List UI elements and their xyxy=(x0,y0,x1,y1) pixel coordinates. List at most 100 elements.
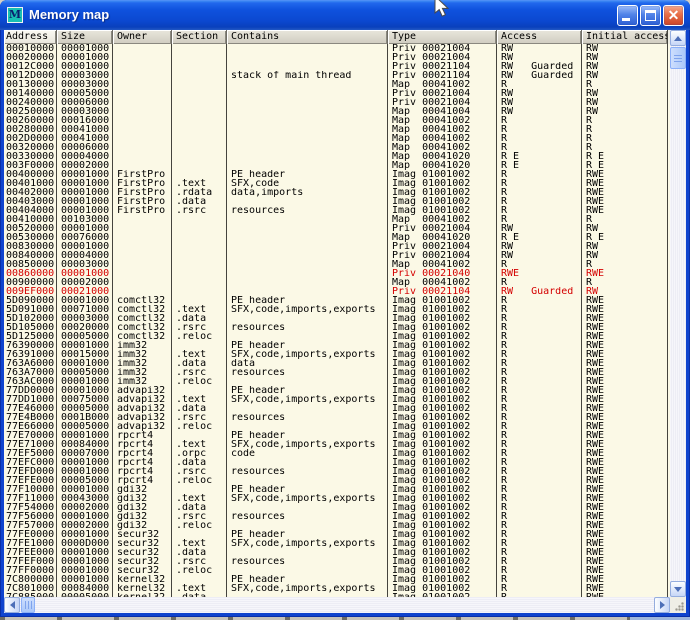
column-header-type[interactable]: Type xyxy=(388,30,497,44)
table-row[interactable]: 0052000000001000Priv 00021004RWRW xyxy=(4,224,670,233)
table-row[interactable]: 0033000000004000Map 00041020R ER E xyxy=(4,152,670,161)
table-row[interactable]: 763A600000001000imm32.datadataImag 01001… xyxy=(4,359,670,368)
table-row[interactable]: 77EFD00000001000rpcrt4.rsrcresourcesImag… xyxy=(4,467,670,476)
table-row[interactable]: 77FE10000000D000secur32.textSFX,code,imp… xyxy=(4,539,670,548)
table-row[interactable]: 0040200000001000FirstPro.rdatadata,impor… xyxy=(4,188,670,197)
table-row[interactable]: 77E7000000001000rpcrt4PE headerImag 0100… xyxy=(4,431,670,440)
cell-owner xyxy=(113,98,172,107)
column-header-section[interactable]: Section xyxy=(172,30,227,44)
table-row[interactable]: 77DD000000001000advapi32PE headerImag 01… xyxy=(4,386,670,395)
table-row[interactable]: 0001000000001000Priv 00021004RWRW xyxy=(4,44,670,53)
table-row[interactable]: 77EFC00000001000rpcrt4.dataImag 01001002… xyxy=(4,458,670,467)
table-row[interactable]: 003F000000002000Map 00041020R ER E xyxy=(4,161,670,170)
table-row[interactable]: 5D10500000020000comctl32.rsrcresourcesIm… xyxy=(4,323,670,332)
column-header-access[interactable]: Access xyxy=(497,30,582,44)
cell-section xyxy=(172,71,227,80)
column-header-initial[interactable]: Initial access xyxy=(582,30,668,44)
table-row[interactable]: 5D12500000005000comctl32.relocImag 01001… xyxy=(4,332,670,341)
horizontal-scrollbar[interactable] xyxy=(4,597,670,613)
table-row[interactable]: 0040000000001000FirstProPE headerImag 01… xyxy=(4,170,670,179)
cell-address: 002D0000 xyxy=(4,134,57,143)
cell-section xyxy=(172,62,227,71)
table-row[interactable]: 7639000000001000imm32PE headerImag 01001… xyxy=(4,341,670,350)
table-row[interactable]: 0085000000003000Map 00041002RR xyxy=(4,260,670,269)
table-row[interactable]: 0025000000003000Map 00041004RWRW xyxy=(4,107,670,116)
table-row[interactable]: 0090000000002000Map 00041002RR xyxy=(4,278,670,287)
cell-initial: RWE xyxy=(582,170,668,179)
table-row[interactable]: 0028000000041000Map 00041002RR xyxy=(4,125,670,134)
cell-access: R xyxy=(497,314,582,323)
minimize-button[interactable] xyxy=(617,5,638,26)
table-row[interactable]: 0002000000001000Priv 00021004RWRW xyxy=(4,53,670,62)
table-row[interactable]: 009EF00000021000Priv 00021104RW GuardedR… xyxy=(4,287,670,296)
table-row[interactable]: 0026000000016000Map 00041002RR xyxy=(4,116,670,125)
vertical-scroll-thumb[interactable] xyxy=(670,47,686,69)
scroll-up-button[interactable] xyxy=(670,30,686,46)
table-row[interactable]: 77E4600000005000advapi32.dataImag 010010… xyxy=(4,404,670,413)
titlebar[interactable]: M Memory map ✕ xyxy=(0,0,690,30)
cell-size: 00021000 xyxy=(57,287,113,296)
cell-contains: resources xyxy=(227,206,388,215)
cell-address: 00330000 xyxy=(4,152,57,161)
column-header-contains[interactable]: Contains xyxy=(227,30,388,44)
vertical-scrollbar[interactable] xyxy=(670,30,686,597)
table-row[interactable]: 7C80100000084000kernel32.textSFX,code,im… xyxy=(4,584,670,593)
table-row[interactable]: 0012D00000003000stack of main threadPriv… xyxy=(4,71,670,80)
column-header-address[interactable]: Address xyxy=(4,30,57,44)
scroll-left-button[interactable] xyxy=(4,597,20,613)
table-row[interactable]: 77EF500000007000rpcrt4.orpccodeImag 0100… xyxy=(4,449,670,458)
table-row[interactable]: 0040300000001000FirstPro.dataImag 010010… xyxy=(4,197,670,206)
resize-grip[interactable] xyxy=(670,597,686,613)
table-row[interactable]: 5D10200000003000comctl32.dataImag 010010… xyxy=(4,314,670,323)
table-row[interactable]: 7639100000015000imm32.textSFX,code,impor… xyxy=(4,350,670,359)
table-row[interactable]: 5D09000000001000comctl32PE headerImag 01… xyxy=(4,296,670,305)
table-row[interactable]: 0014000000005000Priv 00021004RWRW xyxy=(4,89,670,98)
table-row[interactable]: 763AC00000001000imm32.relocImag 01001002… xyxy=(4,377,670,386)
cell-access: R xyxy=(497,404,582,413)
column-header-size[interactable]: Size xyxy=(57,30,113,44)
table-row[interactable]: 77F1100000043000gdi32.textSFX,code,impor… xyxy=(4,494,670,503)
table-row[interactable]: 0013000000003000Map 00041002RR xyxy=(4,80,670,89)
table-row[interactable]: 5D09100000071000comctl32.textSFX,code,im… xyxy=(4,305,670,314)
cell-size: 00003000 xyxy=(57,314,113,323)
table-row[interactable]: 763A700000005000imm32.rsrcresourcesImag … xyxy=(4,368,670,377)
table-row[interactable]: 0012C00000001000Priv 00021104RW GuardedR… xyxy=(4,62,670,71)
table-row[interactable]: 77F5700000002000gdi32.relocImag 01001002… xyxy=(4,521,670,530)
table-row[interactable]: 0083000000001000Priv 00021004RWRW xyxy=(4,242,670,251)
table-row[interactable]: 77E7100000084000rpcrt4.textSFX,code,impo… xyxy=(4,440,670,449)
table-row[interactable]: 77EFE00000005000rpcrt4.relocImag 0100100… xyxy=(4,476,670,485)
table-row[interactable]: 77E6600000005000advapi32.relocImag 01001… xyxy=(4,422,670,431)
table-row[interactable]: 7C80000000001000kernel32PE headerImag 01… xyxy=(4,575,670,584)
cell-owner xyxy=(113,233,172,242)
table-row[interactable]: 0024000000006000Priv 00021004RWRW xyxy=(4,98,670,107)
cell-type: Priv 00021104 xyxy=(388,62,497,71)
table-row[interactable]: 0041000000103000Map 00041002RR xyxy=(4,215,670,224)
table-row[interactable]: 77FEE00000001000secur32.dataImag 0100100… xyxy=(4,548,670,557)
cell-access: R xyxy=(497,557,582,566)
table-row[interactable]: 77FEF00000001000secur32.rsrcresourcesIma… xyxy=(4,557,670,566)
table-row[interactable]: 0040100000001000FirstPro.textSFX,codeIma… xyxy=(4,179,670,188)
cell-size: 00001000 xyxy=(57,386,113,395)
table-row[interactable]: 0084000000004000Priv 00021004RWRW xyxy=(4,251,670,260)
horizontal-scroll-thumb[interactable] xyxy=(21,597,35,613)
scroll-down-button[interactable] xyxy=(670,581,686,597)
table-row[interactable]: 77E4B0000001B000advapi32.rsrcresourcesIm… xyxy=(4,413,670,422)
close-button[interactable]: ✕ xyxy=(663,5,684,26)
table-row[interactable]: 77DD100000075000advapi32.textSFX,code,im… xyxy=(4,395,670,404)
table-row[interactable]: 77F5400000002000gdi32.dataImag 01001002R… xyxy=(4,503,670,512)
column-header-owner[interactable]: Owner xyxy=(113,30,172,44)
table-row[interactable]: 002D000000041000Map 00041002RR xyxy=(4,134,670,143)
table-row[interactable]: 77F1000000001000gdi32PE headerImag 01001… xyxy=(4,485,670,494)
scroll-right-button[interactable] xyxy=(654,597,670,613)
table-row[interactable]: 77F5600000001000gdi32.rsrcresourcesImag … xyxy=(4,512,670,521)
table-row[interactable]: 0086000000001000Priv 00021040RWERWE xyxy=(4,269,670,278)
maximize-button[interactable] xyxy=(640,5,661,26)
cell-access: R xyxy=(497,422,582,431)
table-row[interactable]: 0053000000076000Map 00041020R ER E xyxy=(4,233,670,242)
table-row[interactable]: 0032000000006000Map 00041002RR xyxy=(4,143,670,152)
table-row[interactable]: 77FE000000001000secur32PE headerImag 010… xyxy=(4,530,670,539)
cell-access: RW Guarded xyxy=(497,287,582,296)
table-row[interactable]: 77FF000000001000secur32.relocImag 010010… xyxy=(4,566,670,575)
table-row[interactable]: 0040400000001000FirstPro.rsrcresourcesIm… xyxy=(4,206,670,215)
cell-owner: comctl32 xyxy=(113,305,172,314)
